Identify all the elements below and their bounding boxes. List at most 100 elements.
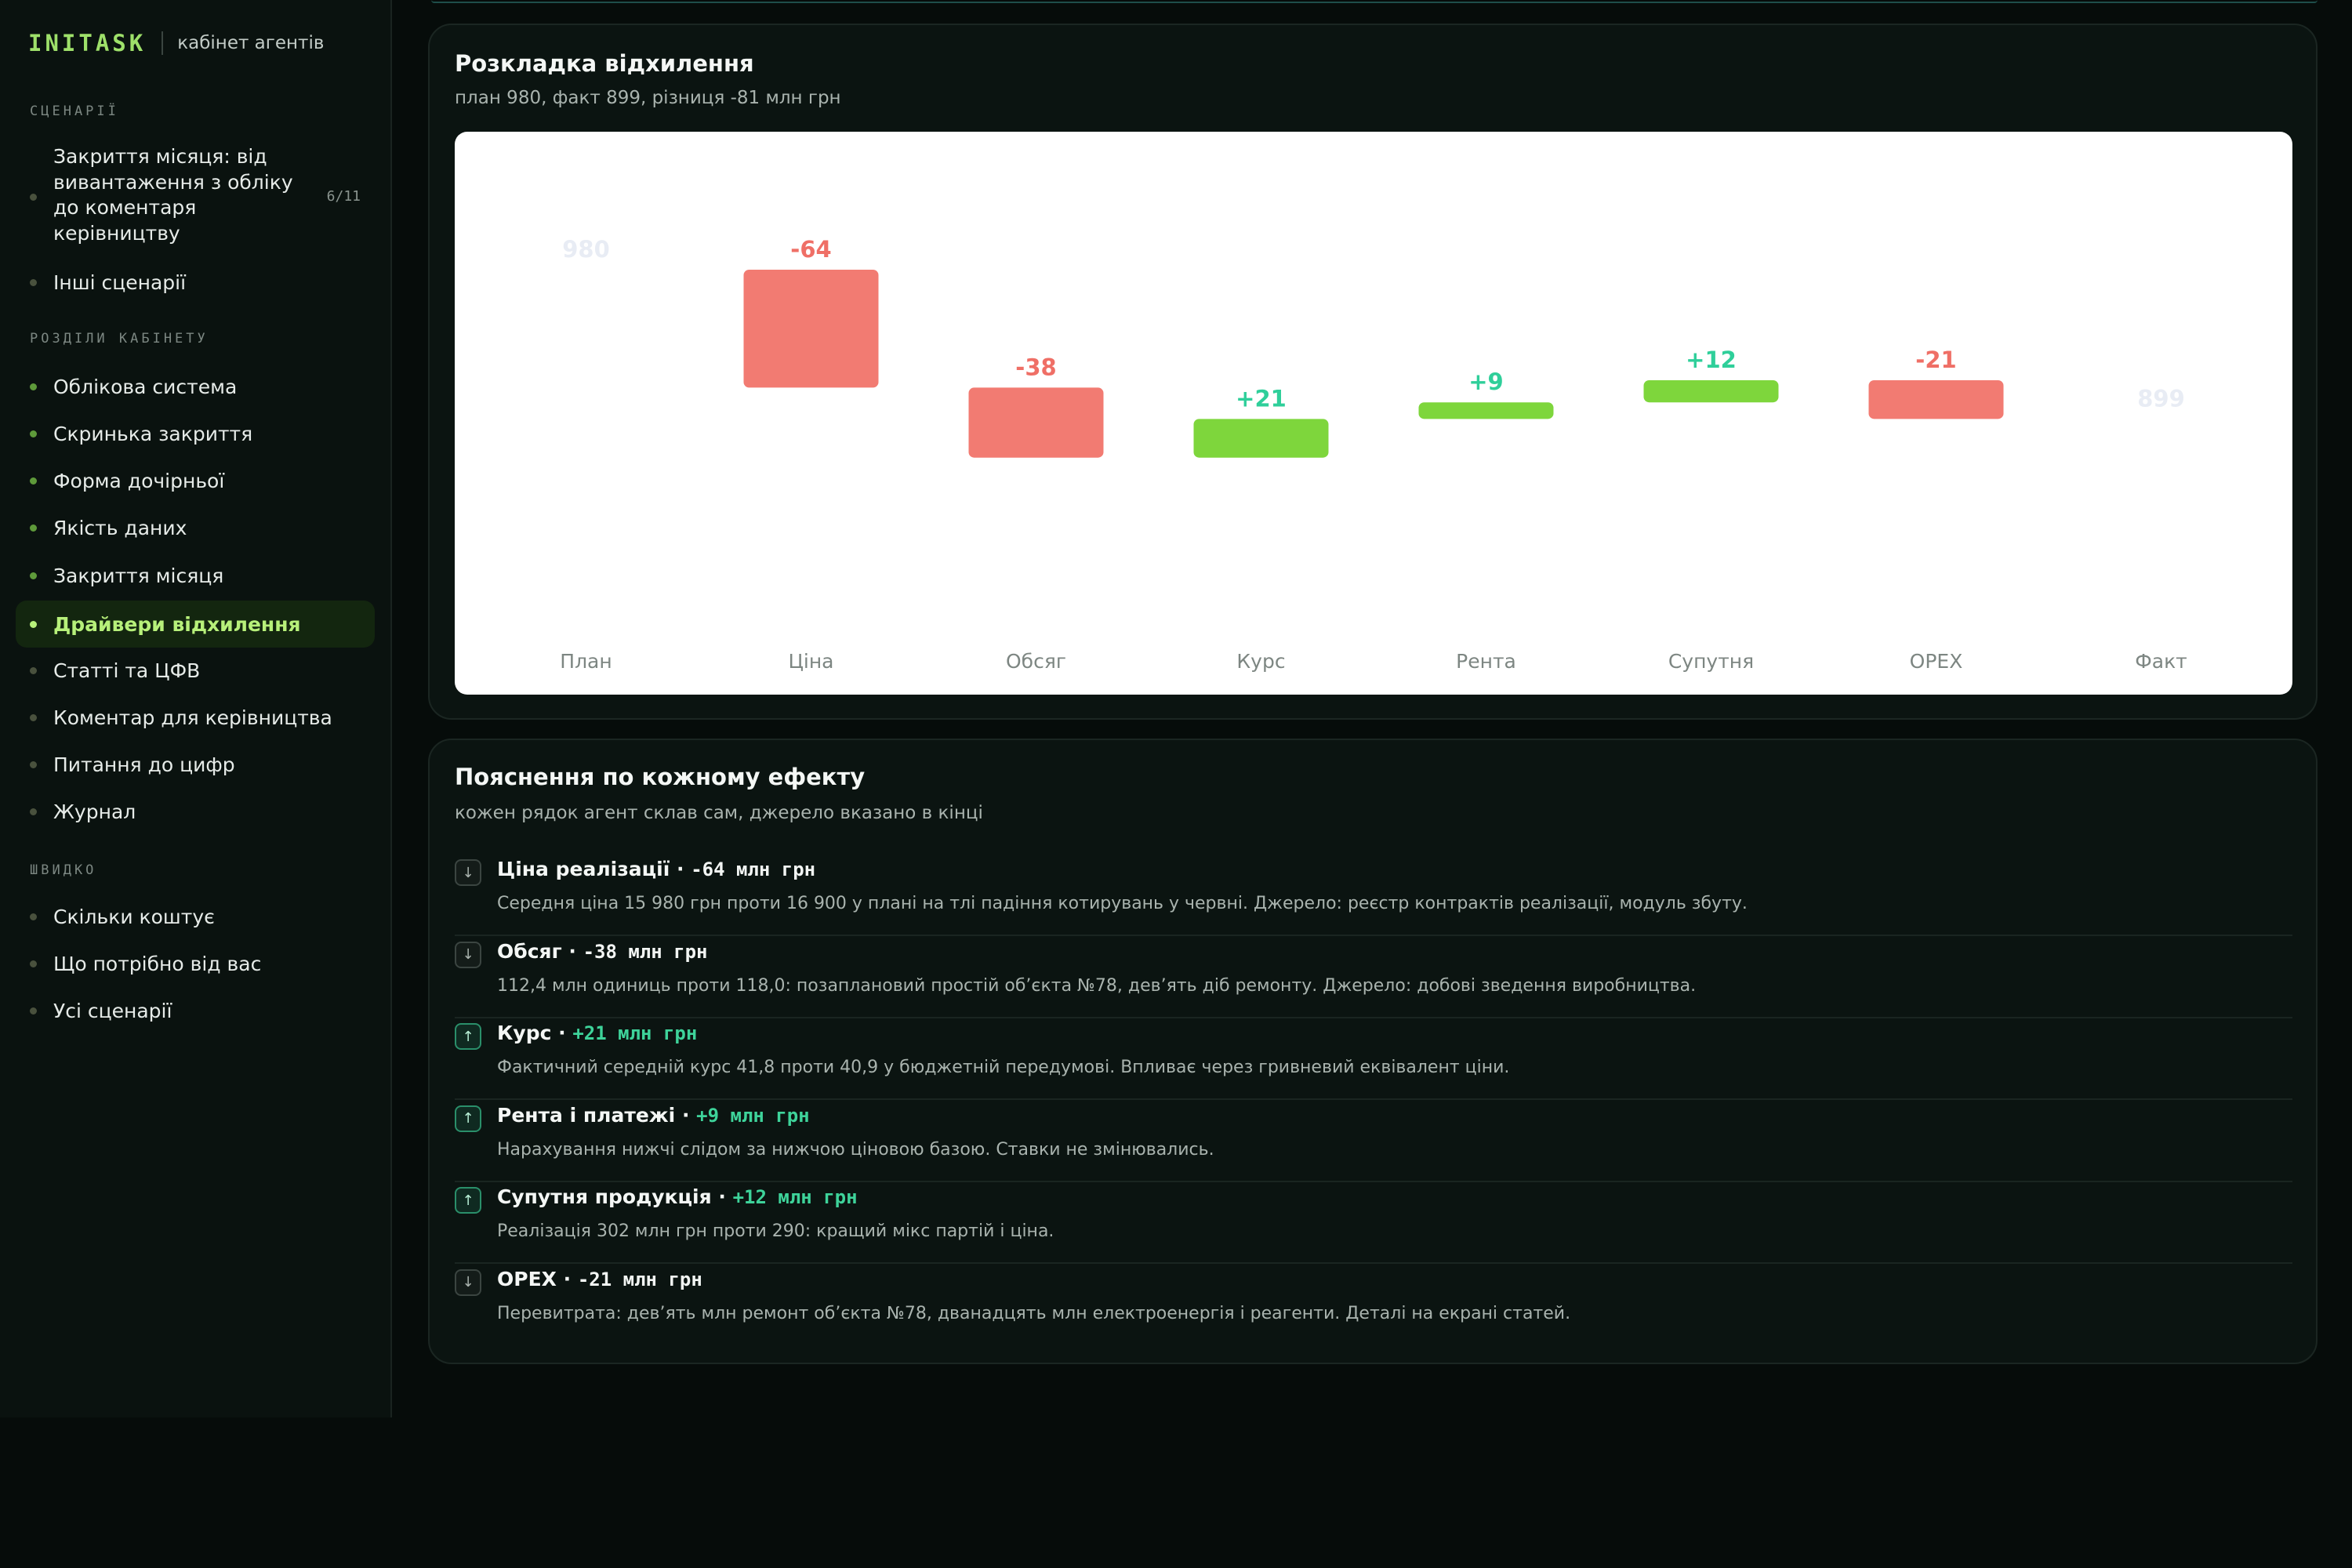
- sidebar-item-label: Якість даних: [53, 516, 187, 539]
- sidebar-item-label: Скільки коштує: [53, 905, 215, 928]
- effect-row: ↑ Курс · +21 млн грн Фактичний середній ку…: [455, 1018, 2292, 1100]
- waterfall-bar-2: [968, 387, 1104, 458]
- status-dot: [30, 761, 37, 768]
- effect-row: ↓ OPEX · -21 млн грн Перевитрата: дев’ять …: [455, 1265, 2292, 1346]
- effect-name: Супутня продукція: [497, 1185, 712, 1208]
- sidebar-item-subsidiary-form[interactable]: Форма дочірньої: [16, 464, 375, 497]
- sidebar-item-articles-cfu[interactable]: Статті та ЦФВ: [16, 654, 375, 687]
- status-dot: [30, 808, 37, 815]
- sidebar-item-label: Журнал: [53, 800, 136, 823]
- effect-heading: Курс · +21 млн грн: [497, 1022, 697, 1044]
- waterfall-bar-4: [1418, 402, 1554, 419]
- effect-separator: ·: [561, 939, 583, 963]
- effect-heading: Ціна реалізації · -64 млн грн: [497, 858, 815, 880]
- brand-subtitle: кабінет агентів: [177, 33, 325, 53]
- waterfall-bar-6: [1868, 380, 2004, 419]
- effect-amount: -64 млн грн: [691, 858, 816, 880]
- sidebar-item-label: Облікова система: [53, 375, 238, 398]
- status-dot: [30, 1007, 37, 1014]
- waterfall-card: Розкладка відхилення план 980, факт 899,…: [428, 24, 2318, 720]
- effects-title: Пояснення по кожному ефекту: [455, 764, 866, 790]
- effect-heading: Рента і платежі · +9 млн грн: [497, 1104, 810, 1127]
- waterfall-category-label: План: [560, 650, 612, 673]
- effect-separator: ·: [675, 1103, 697, 1127]
- effect-amount: +9 млн грн: [696, 1104, 810, 1127]
- sidebar-item-label: Коментар для керівництва: [53, 706, 332, 729]
- sidebar-item-label: Скринька закриття: [53, 422, 253, 445]
- effect-heading: Обсяг · -38 млн грн: [497, 940, 708, 963]
- effect-amount: +21 млн грн: [572, 1022, 698, 1044]
- arrow-down-icon: ↓: [455, 859, 481, 886]
- waterfall-title: Розкладка відхилення: [455, 50, 754, 77]
- sidebar-item-label: Форма дочірньої: [53, 469, 225, 492]
- waterfall-category-label: Обсяг: [1006, 650, 1066, 673]
- effect-name: OPEX: [497, 1267, 557, 1290]
- scenario-label: Закриття місяця: від вивантаження з облі…: [53, 145, 293, 245]
- effect-row: ↑ Супутня продукція · +12 млн грн Реалізац…: [455, 1182, 2292, 1264]
- sidebar-item-requirements[interactable]: Що потрібно від вас: [16, 947, 375, 980]
- brand[interactable]: INITASK кабінет агентів: [28, 30, 324, 56]
- sidebar-item-management-comment[interactable]: Коментар для керівництва: [16, 701, 375, 734]
- effect-name: Обсяг: [497, 939, 562, 963]
- status-dot: [30, 667, 37, 674]
- sidebar-item-variance-drivers[interactable]: Драйвери відхилення: [16, 601, 375, 648]
- status-dot: [30, 960, 37, 967]
- section-label-scenarios: СЦЕНАРІЇ: [30, 103, 119, 119]
- effect-name: Курс: [497, 1022, 552, 1044]
- status-dot: [30, 383, 37, 390]
- effects-subtitle: кожен рядок агент склав сам, джерело вка…: [455, 803, 983, 823]
- waterfall-value-label: -38: [1015, 354, 1056, 380]
- effect-separator: ·: [670, 858, 691, 880]
- effect-name: Рента і платежі: [497, 1103, 676, 1127]
- waterfall-value-label: 899: [2137, 385, 2185, 412]
- effect-row: ↓ Ціна реалізації · -64 млн грн Середня ці…: [455, 855, 2292, 936]
- sidebar-item-pricing[interactable]: Скільки коштує: [16, 900, 375, 933]
- effect-row: ↓ Обсяг · -38 млн грн 112,4 млн одиниць пр…: [455, 937, 2292, 1018]
- sidebar-item-journal[interactable]: Журнал: [16, 795, 375, 828]
- sidebar-item-label: Що потрібно від вас: [53, 952, 262, 975]
- waterfall-bar-5: [1643, 380, 1779, 403]
- sidebar-item-label: Статті та ЦФВ: [53, 659, 201, 682]
- status-dot: [30, 621, 37, 628]
- effect-separator: ·: [556, 1267, 578, 1290]
- sidebar-scenario-month-close[interactable]: Закриття місяця: від вивантаження з облі…: [16, 144, 375, 251]
- waterfall-value-label: -64: [790, 236, 831, 263]
- section-label-cabinet: РОЗДІЛИ КАБІНЕТУ: [30, 331, 209, 347]
- waterfall-category-label: Рента: [1456, 650, 1516, 673]
- sidebar-item-label: Драйвери відхилення: [53, 612, 301, 636]
- effect-description: Середня ціна 15 980 грн проти 16 900 у п…: [497, 894, 1748, 913]
- scenario-progress: 6/11: [326, 188, 361, 205]
- effect-amount: -38 млн грн: [583, 940, 708, 963]
- sidebar-item-other-scenarios[interactable]: Інші сценарії: [16, 267, 375, 298]
- status-dot: [30, 194, 37, 201]
- effect-description: 112,4 млн одиниць проти 118,0: позаплано…: [497, 975, 1697, 996]
- effect-row: ↑ Рента і платежі · +9 млн грн Нарахування…: [455, 1101, 2292, 1182]
- effect-heading: OPEX · -21 млн грн: [497, 1268, 702, 1290]
- sidebar-item-month-close[interactable]: Закриття місяця: [16, 559, 375, 592]
- waterfall-subtitle: план 980, факт 899, різниця -81 млн грн: [455, 88, 841, 108]
- status-dot: [30, 913, 37, 920]
- sidebar-item-accounting-system[interactable]: Облікова система: [16, 370, 375, 403]
- status-dot: [30, 477, 37, 485]
- arrow-up-icon: ↑: [455, 1187, 481, 1214]
- sidebar-item-questions[interactable]: Питання до цифр: [16, 748, 375, 781]
- waterfall-category-label: OPEX: [1910, 650, 1963, 673]
- status-dot: [30, 430, 37, 437]
- arrow-up-icon: ↑: [455, 1023, 481, 1050]
- waterfall-category-label: Ціна: [788, 650, 833, 673]
- previous-card-edge: [431, 0, 2318, 3]
- status-dot: [30, 572, 37, 579]
- status-dot: [30, 524, 37, 532]
- waterfall-bar-3: [1193, 419, 1329, 458]
- waterfall-category-label: Факт: [2135, 650, 2187, 673]
- waterfall-category-label: Супутня: [1668, 650, 1754, 673]
- sidebar-item-data-quality[interactable]: Якість даних: [16, 511, 375, 544]
- waterfall-value-label: 980: [562, 236, 610, 263]
- effects-card: Пояснення по кожному ефекту кожен рядок …: [428, 739, 2318, 1364]
- effect-separator: ·: [551, 1022, 573, 1044]
- sidebar-item-closing-box[interactable]: Скринька закриття: [16, 417, 375, 450]
- status-dot: [30, 714, 37, 721]
- arrow-down-icon: ↓: [455, 941, 481, 968]
- sidebar-item-all-scenarios[interactable]: Усі сценарії: [16, 994, 375, 1027]
- waterfall-value-label: +12: [1686, 347, 1737, 373]
